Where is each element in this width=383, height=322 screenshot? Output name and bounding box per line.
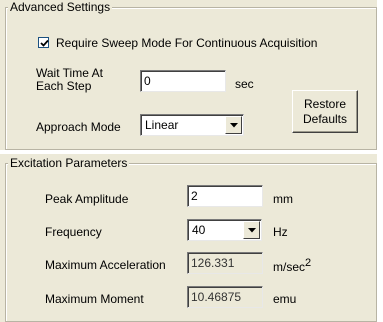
max-acceleration-unit-exponent: 2 [305,257,312,269]
excitation-parameters-title: Excitation Parameters [8,156,130,170]
frequency-unit: Hz [273,225,288,239]
approach-mode-label: Approach Mode [36,120,121,134]
approach-mode-value: Linear [145,118,179,132]
peak-amplitude-value: 2 [191,189,198,203]
frequency-dropdown-button[interactable] [243,221,260,239]
approach-mode-dropdown-button[interactable] [225,116,242,134]
restore-defaults-button[interactable]: Restore Defaults [292,90,358,133]
restore-defaults-line1: Restore [303,97,347,111]
wait-time-value: 0 [144,74,151,88]
excitation-parameters-panel: Excitation Parameters Peak Amplitude 2 m… [0,154,377,322]
max-moment-field: 10.46875 [187,286,263,308]
chevron-down-icon [230,123,238,128]
max-moment-label: Maximum Moment [45,292,144,306]
advanced-settings-panel: Advanced Settings Require Sweep Mode For… [0,0,377,150]
chevron-down-icon [248,228,256,233]
approach-mode-select[interactable]: Linear [140,114,244,136]
frequency-value: 40 [192,223,206,237]
advanced-settings-title: Advanced Settings [8,0,113,14]
wait-time-input[interactable]: 0 [140,70,226,92]
wait-time-unit: sec [235,77,254,91]
frequency-label: Frequency [45,225,102,239]
max-acceleration-unit-text: m/sec [273,260,306,274]
peak-amplitude-input[interactable]: 2 [187,185,263,207]
max-moment-unit: emu [273,292,297,306]
wait-time-label-line2: Each Step [36,79,92,93]
max-acceleration-value: 126.331 [191,256,235,270]
max-acceleration-unit: m/sec2 [273,257,311,274]
peak-amplitude-label: Peak Amplitude [45,192,129,206]
sweep-mode-checkbox[interactable] [38,37,49,48]
max-acceleration-label: Maximum Acceleration [45,258,166,272]
checkmark-icon [40,39,49,47]
max-acceleration-field: 126.331 [187,252,263,274]
peak-amplitude-unit: mm [273,192,293,206]
frequency-select[interactable]: 40 [187,219,262,241]
wait-time-label: Wait Time At Each Step [36,67,103,93]
sweep-mode-label: Require Sweep Mode For Continuous Acquis… [56,36,318,50]
max-moment-value: 10.46875 [191,290,242,304]
restore-defaults-line2: Defaults [302,112,348,126]
